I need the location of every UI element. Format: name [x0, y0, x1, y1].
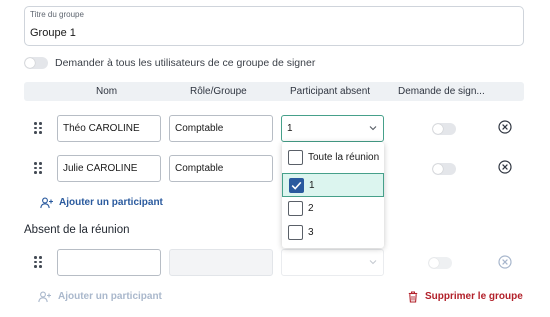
chevron-down-icon [369, 260, 377, 265]
participant-name-input[interactable]: Théo CAROLINE [57, 115, 161, 142]
add-user-icon [40, 197, 53, 209]
ask-all-sign-label: Demander à tous les utilisateurs de ce g… [55, 57, 316, 69]
group-title-value[interactable]: Groupe 1 [30, 27, 76, 39]
remove-absent-participant-icon [498, 255, 512, 269]
add-participant-link[interactable]: Ajouter un participant [59, 197, 163, 208]
column-header-signature: Demande de sign... [398, 86, 485, 97]
dropdown-option-label: 3 [308, 227, 314, 238]
absent-signature-toggle [428, 257, 452, 269]
trash-icon [408, 291, 418, 303]
absent-section-title: Absent de la réunion [24, 224, 130, 236]
dropdown-option-2[interactable]: 2 [282, 197, 384, 221]
delete-group-button[interactable]: Supprimer le groupe [425, 291, 523, 302]
remove-participant-icon[interactable] [498, 160, 512, 174]
signature-request-toggle[interactable] [432, 163, 456, 175]
absent-participant-name-input[interactable] [57, 249, 161, 276]
drag-handle-icon[interactable] [34, 162, 42, 174]
column-header-name: Nom [96, 86, 118, 97]
dropdown-option-whole-meeting[interactable]: Toute la réunion [282, 146, 384, 170]
absent-options-dropdown: Toute la réunion 1 2 3 [282, 142, 384, 248]
dropdown-option-label: Toute la réunion [308, 152, 380, 163]
check-icon [291, 181, 302, 190]
chevron-down-icon [369, 126, 377, 131]
checkbox[interactable] [288, 201, 303, 216]
dropdown-option-3[interactable]: 3 [282, 221, 384, 245]
absent-participant-role-input [169, 249, 273, 276]
group-title-label: Titre du groupe [30, 10, 84, 19]
dropdown-option-1[interactable]: 1 [282, 173, 384, 197]
participant-role-input[interactable]: Comptable [169, 155, 273, 182]
column-header-role: Rôle/Groupe [190, 86, 247, 97]
participant-absent-select[interactable]: 1 [281, 115, 384, 142]
participant-name-input[interactable]: Julie CAROLINE [57, 155, 161, 182]
add-absent-participant-link: Ajouter un participant [58, 291, 162, 302]
drag-handle-icon[interactable] [34, 256, 42, 268]
add-user-icon [38, 291, 51, 303]
signature-request-toggle[interactable] [432, 123, 456, 135]
participants-table-header: Nom Rôle/Groupe Participant absent Deman… [24, 82, 524, 101]
dropdown-option-label: 1 [309, 180, 315, 191]
checkbox-checked[interactable] [289, 178, 304, 193]
drag-handle-icon[interactable] [34, 122, 42, 134]
absent-participant-select [281, 249, 384, 276]
checkbox[interactable] [288, 225, 303, 240]
ask-all-sign-toggle[interactable] [24, 57, 48, 69]
column-header-absent: Participant absent [290, 86, 371, 97]
group-title-field[interactable]: Titre du groupe Groupe 1 [24, 6, 524, 46]
participant-absent-value: 1 [287, 123, 293, 134]
dropdown-option-label: 2 [308, 203, 314, 214]
remove-participant-icon[interactable] [498, 120, 512, 134]
checkbox[interactable] [288, 150, 303, 165]
participant-role-input[interactable]: Comptable [169, 115, 273, 142]
